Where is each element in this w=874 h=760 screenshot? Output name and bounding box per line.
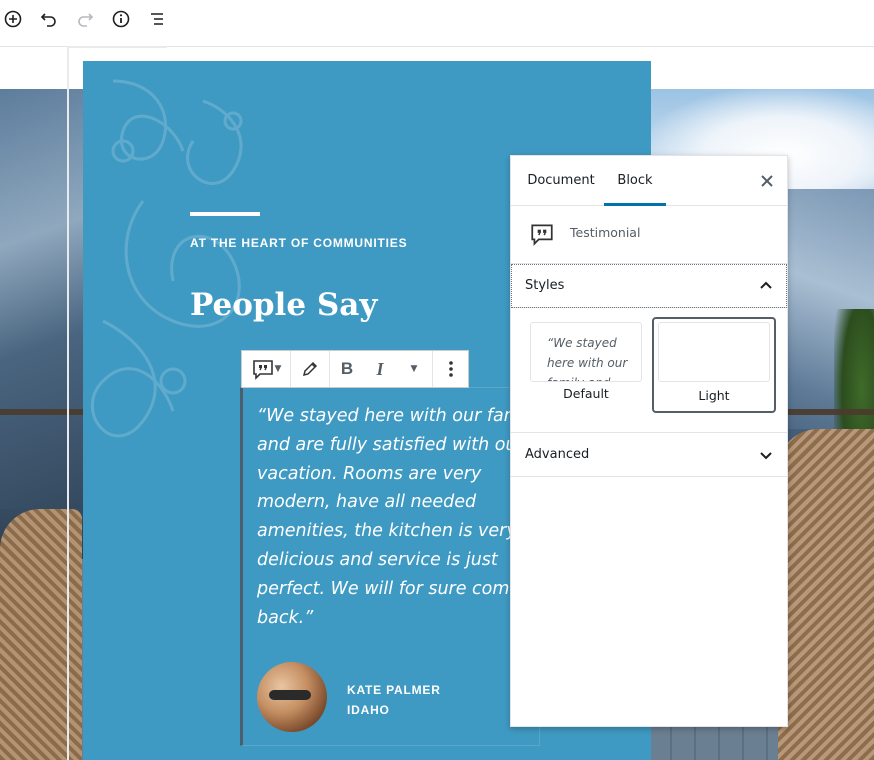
testimonial-quote[interactable]: “We stayed here with our family and are … (257, 402, 541, 632)
chevron-up-icon (760, 281, 772, 289)
info-button[interactable] (108, 6, 134, 32)
quote-line: “We stayed here with our family (257, 406, 541, 426)
vertical-ellipsis-icon (449, 361, 453, 377)
author-name[interactable]: KATE PALMER (347, 683, 441, 697)
block-guide-line (67, 47, 69, 760)
more-options-group (433, 351, 469, 387)
close-sidebar-button[interactable] (757, 171, 777, 191)
quote-line: modern, have all needed (257, 492, 477, 513)
redo-icon (78, 13, 94, 27)
pencil-icon (302, 361, 318, 377)
sidebar-tabs: Document Block (511, 156, 787, 206)
styles-panel-title: Styles (525, 278, 565, 293)
testimonial-icon (531, 224, 553, 246)
block-switcher-button[interactable]: ▼ (242, 351, 290, 387)
redo-button[interactable] (72, 6, 98, 32)
styles-panel-body: “We stayed here with our family and Defa… (511, 308, 787, 433)
chevron-down-icon: ▼ (274, 364, 282, 374)
sunglasses (269, 690, 311, 700)
section-eyebrow: AT THE HEART OF COMMUNITIES (190, 236, 408, 250)
italic-icon: I (376, 358, 384, 379)
section-accent-line (190, 212, 260, 216)
settings-sidebar: Document Block Testimonial Styles “We st… (510, 155, 788, 727)
edit-button[interactable] (291, 351, 329, 387)
quote-line: vacation. Rooms are very (257, 463, 482, 484)
chevron-down-icon (760, 452, 772, 460)
style-preview-text: “We stayed here with our family and (547, 336, 628, 381)
style-option-label: Default (563, 386, 609, 401)
italic-button[interactable]: I (364, 351, 396, 387)
info-icon (112, 10, 130, 28)
add-block-button[interactable] (0, 6, 26, 32)
quote-line: delicious and service is just (257, 549, 498, 570)
section-heading[interactable]: People Say (190, 287, 377, 323)
tab-block[interactable]: Block (604, 156, 666, 206)
style-preview (658, 322, 770, 382)
advanced-panel-title: Advanced (525, 447, 590, 462)
block-navigation-button[interactable] (144, 6, 170, 32)
style-preview: “We stayed here with our family and (530, 322, 642, 382)
style-option-default[interactable]: “We stayed here with our family and Defa… (528, 318, 650, 412)
list-outline-icon (151, 13, 163, 25)
testimonial-icon (252, 360, 273, 380)
bold-button[interactable]: B (330, 351, 364, 387)
block-switcher-group: ▼ (242, 351, 291, 387)
bold-icon: B (340, 359, 354, 378)
tab-document[interactable]: Document (519, 156, 603, 206)
undo-icon (40, 13, 56, 27)
block-card-title: Testimonial (570, 225, 641, 240)
more-formats-button[interactable]: ▼ (396, 351, 432, 387)
more-options-button[interactable] (433, 351, 469, 387)
style-option-label: Light (698, 388, 730, 403)
style-option-light[interactable]: Light (652, 317, 776, 413)
mountain-left (0, 89, 90, 509)
undo-button[interactable] (36, 6, 62, 32)
close-icon (761, 175, 773, 187)
chevron-down-icon: ▼ (410, 364, 418, 374)
editor-header-toolbar (0, 0, 874, 47)
plus-circle-icon (4, 10, 22, 28)
block-card: Testimonial (511, 206, 787, 264)
block-guide-line (67, 46, 167, 48)
wicker-chair-right (778, 429, 874, 760)
author-avatar[interactable] (257, 662, 327, 732)
edit-group (291, 351, 330, 387)
block-toolbar: ▼ B I ▼ (241, 350, 469, 388)
quote-line: and are fully satisfied with our (257, 434, 524, 455)
quote-line: back.” (257, 607, 314, 628)
advanced-panel-toggle[interactable]: Advanced (511, 433, 787, 477)
testimonial-block[interactable]: “We stayed here with our family and are … (240, 387, 541, 746)
wicker-chair-left (0, 509, 82, 760)
quote-line: amenities, the kitchen is very (257, 521, 517, 542)
author-location[interactable]: IDAHO (347, 703, 390, 717)
sidebar-empty-area (511, 477, 787, 724)
styles-panel-toggle[interactable]: Styles (511, 264, 787, 308)
quote-line: perfect. We will for sure come (257, 578, 521, 599)
format-group: B I ▼ (330, 351, 433, 387)
